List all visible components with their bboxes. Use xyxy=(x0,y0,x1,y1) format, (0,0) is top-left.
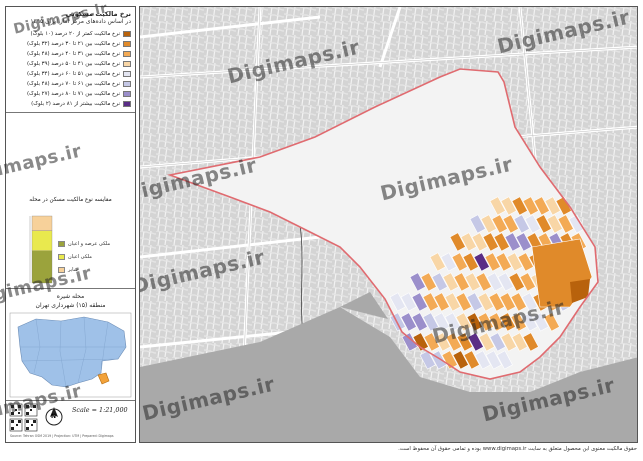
main-map[interactable]: Digimaps.ir Digimaps.ir Digimaps.ir Digi… xyxy=(139,6,638,443)
legend-item: نرخ مالکیت بین ۲۱ تا ۳۰ درصد (۳۲ بلوک) xyxy=(10,39,131,48)
legend-swatch xyxy=(123,70,131,77)
chart-key-swatch xyxy=(58,254,65,260)
legend-swatch xyxy=(123,90,131,97)
chart-key: ملکی عرصه و اعیان xyxy=(58,241,110,247)
legend-item: نرخ مالکیت بین ۷۱ تا ۸۰ درصد (۲۷ بلوک) xyxy=(10,89,131,98)
chart-key-label: ملکی اعیان xyxy=(68,254,92,260)
legend-swatch xyxy=(123,80,131,87)
legend-item: نرخ مالکیت بین ۳۱ تا ۴۰ درصد (۴۸ بلوک) xyxy=(10,49,131,58)
chart-key-swatch xyxy=(58,241,65,247)
legend-item: نرخ مالکیت بین ۴۱ تا ۵۰ درصد (۳۹ بلوک) xyxy=(10,59,131,68)
info-panel: نرخ مالکیت مسکونی در اساس داده‌های مرکز … xyxy=(5,6,136,443)
legend-swatch xyxy=(123,50,131,57)
chart-bar-segment xyxy=(31,215,53,231)
copyright-footer: حقوق مالکیت معنوی این محصول متعلق به سای… xyxy=(398,446,637,452)
chart-key: ملکی اعیان xyxy=(58,254,92,260)
legend-label: نرخ مالکیت بین ۳۱ تا ۴۰ درصد (۴۸ بلوک) xyxy=(26,50,120,57)
chart-bar-svg xyxy=(29,215,53,284)
legend-swatch xyxy=(123,40,131,47)
legend-label: نرخ مالکیت کمتر از ۲۰ درصد (۱۰ بلوک) xyxy=(30,30,120,37)
credit-text: Source: Tehran OSM 2019 | Projection: UT… xyxy=(10,434,114,438)
map-svg xyxy=(140,7,637,442)
legend-item: نرخ مالکیت بین ۵۱ تا ۶۰ درصد (۳۴ بلوک) xyxy=(10,69,131,78)
ownership-chart: مقایسه نوع مالکیت مسکن در محله ملکی عرصه… xyxy=(6,113,135,289)
legend-label: نرخ مالکیت بین ۶۱ تا ۷۰ درصد (۴۸ بلوک) xyxy=(26,80,120,87)
legend-swatch xyxy=(123,100,131,107)
map-sheet: نرخ مالکیت مسکونی در اساس داده‌های مرکز … xyxy=(0,0,643,461)
legend-item: نرخ مالکیت بیشتر از ۸۱ درصد (۲ بلوک) xyxy=(10,99,131,108)
legend-label: نرخ مالکیت بیشتر از ۸۱ درصد (۲ بلوک) xyxy=(31,100,120,107)
scale-label: Scale = 1:21,000 xyxy=(72,406,128,414)
chart-key-label: ملکی عرصه و اعیان xyxy=(68,241,111,247)
legend-swatch xyxy=(123,30,131,37)
legend-label: نرخ مالکیت بین ۵۱ تا ۶۰ درصد (۳۴ بلوک) xyxy=(26,70,120,77)
legend-item: نرخ مالکیت بین ۶۱ تا ۷۰ درصد (۴۸ بلوک) xyxy=(10,79,131,88)
legend-label: نرخ مالکیت بین ۲۱ تا ۳۰ درصد (۳۲ بلوک) xyxy=(26,40,120,47)
chart-bar-segment xyxy=(31,230,53,251)
legend-label: نرخ مالکیت بین ۷۱ تا ۸۰ درصد (۲۷ بلوک) xyxy=(26,90,120,97)
legend-label: نرخ مالکیت بین ۴۱ تا ۵۰ درصد (۳۹ بلوک) xyxy=(26,60,120,67)
north-label: N xyxy=(51,413,57,420)
legend-swatch xyxy=(123,60,131,67)
